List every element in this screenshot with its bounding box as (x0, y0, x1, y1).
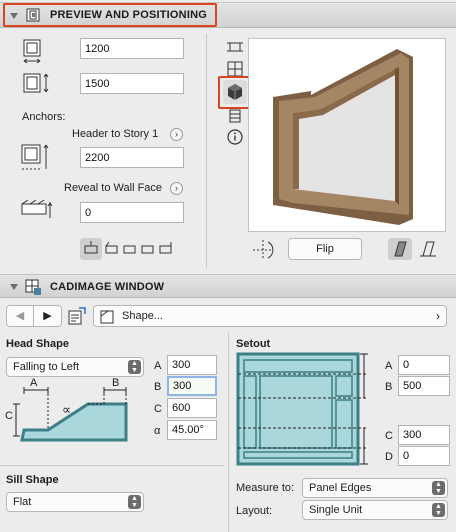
sill-shape-select[interactable]: Flat ▲ ▼ (6, 492, 144, 512)
head-field-alpha-letter: α (154, 425, 161, 437)
door-swing-right-icon[interactable] (416, 238, 440, 260)
header-height-icon (21, 144, 49, 170)
select-chevron-icon: ▲ ▼ (432, 503, 445, 517)
head-shape-title: Head Shape (6, 338, 69, 350)
header-anchor-label: Header to Story 1 (72, 128, 159, 140)
sill-shape-select-value: Flat (13, 496, 32, 508)
select-chevron-icon: ▲ ▼ (128, 495, 141, 509)
head-field-a-input[interactable] (167, 355, 217, 375)
sill-shape-title: Sill Shape (6, 474, 59, 486)
height-dimension-icon (23, 73, 49, 93)
sill-divider (0, 465, 224, 466)
setout-field-d-letter: D (385, 451, 393, 463)
reveal-label: Reveal to Wall Face (64, 182, 163, 194)
head-shape-diagram: A B C ∝ (5, 377, 128, 442)
nav-back-button[interactable]: ◀ (7, 306, 34, 326)
layout-select[interactable]: Single Unit ▲ ▼ (302, 500, 448, 520)
cadimage-section-header[interactable]: CADIMAGE WINDOW (0, 274, 456, 298)
anchors-label: Anchors: (22, 111, 66, 123)
setout-title: Setout (236, 338, 271, 350)
diagram-label-a: A (30, 377, 38, 389)
measure-to-select[interactable]: Panel Edges ▲ ▼ (302, 478, 448, 498)
collapse-triangle-icon-2[interactable] (10, 284, 18, 290)
door-swing-left-button[interactable] (388, 238, 412, 260)
head-field-c-letter: C (154, 403, 162, 415)
cadimage-section-title: CADIMAGE WINDOW (50, 281, 165, 293)
layout-select-value: Single Unit (309, 504, 363, 516)
preview-title-highlight (3, 3, 217, 27)
reveal-arrow-button[interactable]: › (170, 182, 183, 195)
diagram-label-b: B (112, 377, 119, 389)
preview-divider (206, 34, 207, 268)
nav-forward-button[interactable]: ▶ (34, 306, 61, 326)
setout-field-d-input[interactable] (398, 446, 450, 466)
plan-view-icon[interactable] (226, 40, 244, 54)
setout-field-a-letter: A (385, 360, 393, 372)
window-frame-render (273, 49, 413, 225)
anchor-center-icon (84, 241, 98, 254)
head-shape-select-value: Falling to Left (13, 361, 80, 373)
setout-field-b-letter: B (385, 381, 393, 393)
anchor-mode-toolbar (80, 238, 180, 260)
reveal-input[interactable] (80, 202, 184, 223)
head-field-b-letter: B (154, 381, 162, 393)
setout-field-a-input[interactable] (398, 355, 450, 375)
head-field-a-letter: A (154, 360, 162, 372)
door-swing-left-icon (394, 241, 407, 257)
info-icon[interactable] (226, 128, 244, 146)
anchor-bottom-icon[interactable] (140, 240, 156, 258)
select-chevron-icon: ▲ ▼ (128, 360, 141, 374)
section-view-icon[interactable] (227, 108, 243, 124)
setout-field-c-input[interactable] (398, 425, 450, 445)
setout-diagram (236, 352, 368, 466)
head-field-b-input[interactable] (167, 376, 217, 396)
measure-to-select-value: Panel Edges (309, 482, 372, 494)
setout-field-b-input[interactable] (398, 376, 450, 396)
cadimage-window-icon (25, 279, 41, 295)
setout-field-c-letter: C (385, 430, 393, 442)
3d-view-highlight (218, 76, 251, 109)
height-input[interactable] (80, 73, 184, 94)
reveal-wall-icon (21, 199, 53, 218)
flip-rotate-icon (253, 240, 274, 260)
width-dimension-icon (23, 39, 41, 64)
head-field-c-input[interactable] (167, 398, 217, 418)
cadimage-divider (228, 332, 229, 532)
layout-label: Layout: (236, 505, 273, 517)
diagram-angle-label: ∝ (62, 402, 71, 417)
head-field-alpha-input[interactable] (167, 420, 217, 440)
chevron-right-icon: › (436, 309, 440, 323)
shape-page-selector[interactable]: Shape... › (93, 305, 447, 327)
shape-page-label: Shape... (122, 310, 163, 322)
anchor-mode-center-button[interactable] (80, 238, 102, 260)
nav-back-forward-group: ◀ ▶ (6, 305, 62, 327)
edit-settings-icon[interactable] (66, 305, 88, 327)
anchor-top-icon[interactable] (158, 240, 174, 258)
diagram-label-c: C (5, 410, 13, 422)
anchor-left-icon[interactable] (104, 240, 120, 258)
flip-button[interactable]: Flip (288, 238, 362, 260)
anchor-right-icon[interactable] (122, 240, 138, 258)
select-chevron-icon: ▲ ▼ (432, 481, 445, 495)
measure-to-label: Measure to: (236, 482, 295, 494)
header-height-input[interactable] (80, 147, 184, 168)
window-3d-preview (248, 38, 446, 232)
shape-page-icon (100, 310, 114, 324)
width-input[interactable] (80, 38, 184, 59)
header-anchor-arrow-button[interactable]: › (170, 128, 183, 141)
